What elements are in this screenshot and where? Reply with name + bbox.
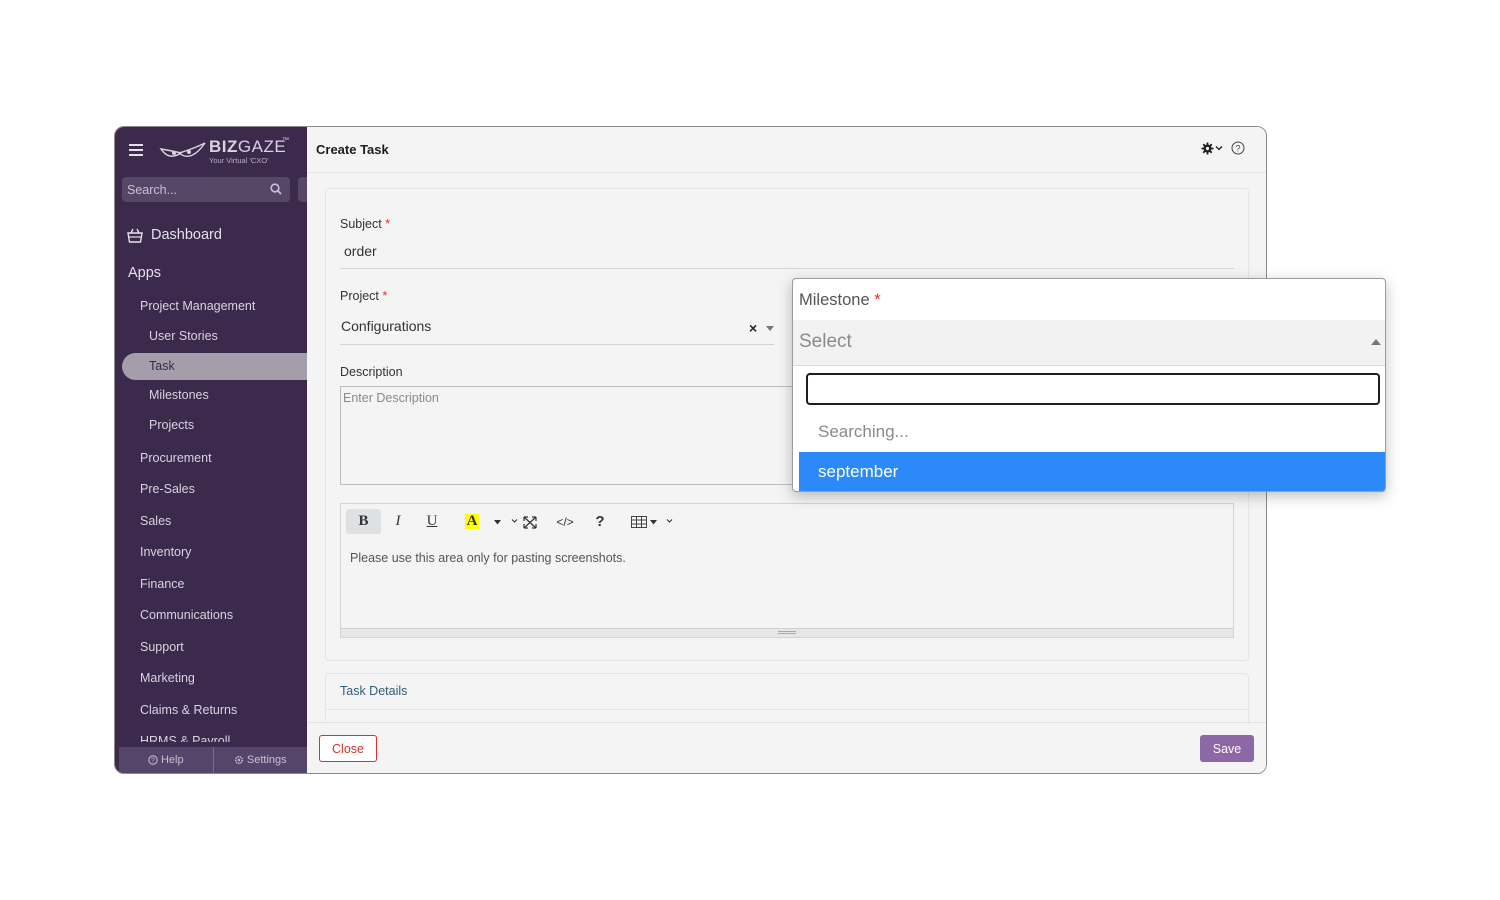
code-view-button[interactable]: </> <box>551 509 579 534</box>
caret-up-icon[interactable] <box>1371 339 1381 345</box>
save-button[interactable]: Save <box>1200 735 1254 762</box>
svg-text:?: ? <box>151 758 155 765</box>
task-details-title[interactable]: Task Details <box>340 684 407 698</box>
sidebar-item-marketing[interactable]: Marketing <box>140 671 195 685</box>
project-clear-icon[interactable]: × <box>749 320 757 336</box>
sidebar-footer: ? Help Settings <box>119 747 307 773</box>
highlight-color-button[interactable]: A <box>463 509 481 534</box>
milestone-select[interactable]: Select <box>793 320 1385 366</box>
sidebar-section-apps[interactable]: Apps <box>128 265 161 281</box>
brand-trademark: ™ <box>282 137 289 144</box>
settings-link[interactable]: Settings <box>214 747 308 773</box>
sidebar-item-hrms-payroll[interactable]: HRMS & Payroll <box>140 734 230 742</box>
svg-text:?: ? <box>1235 144 1240 154</box>
option-label: september <box>818 462 899 481</box>
sidebar-item-label: Dashboard <box>151 227 222 243</box>
gear-icon[interactable] <box>1201 142 1214 155</box>
sidebar-item-task[interactable]: Task <box>122 353 312 380</box>
milestone-option-september[interactable]: september <box>799 452 1385 491</box>
sidebar-item-procurement[interactable]: Procurement <box>140 451 212 465</box>
hamburger-menu-icon[interactable] <box>129 144 143 156</box>
divider <box>326 709 1248 710</box>
settings-gear-icon <box>234 755 243 765</box>
rich-text-editor: B I U A </> ? Please use this area only … <box>340 503 1234 638</box>
project-underline <box>340 344 774 345</box>
brand-logo-icon <box>159 142 206 157</box>
milestone-search-status: Searching... <box>818 422 909 441</box>
editor-help-button[interactable]: ? <box>591 509 609 534</box>
sidebar-item-dashboard[interactable]: Dashboard <box>127 227 222 243</box>
sidebar-item-claims-returns[interactable]: Claims & Returns <box>140 703 237 717</box>
italic-button[interactable]: I <box>389 509 407 534</box>
chevron-down-icon[interactable] <box>1215 144 1223 152</box>
bold-button[interactable]: B <box>346 509 381 534</box>
sidebar-item-communications[interactable]: Communications <box>140 608 233 622</box>
page-title: Create Task <box>316 142 389 157</box>
editor-resize-handle[interactable] <box>341 628 1233 637</box>
brand-name: BIZGAZE <box>209 137 287 156</box>
sidebar: BIZGAZE ™ Your Virtual 'CXO' Dashboard A… <box>115 127 312 773</box>
sidebar-item-user-stories[interactable]: User Stories <box>149 329 218 343</box>
project-label: Project * <box>340 289 388 303</box>
sidebar-item-label: Task <box>149 359 175 373</box>
description-textarea[interactable] <box>341 387 799 484</box>
dashboard-basket-icon <box>127 228 143 243</box>
fullscreen-icon[interactable] <box>523 516 537 529</box>
sidebar-item-support[interactable]: Support <box>140 640 184 654</box>
chevron-down-icon[interactable] <box>511 518 518 524</box>
sidebar-item-milestones[interactable]: Milestones <box>149 388 209 402</box>
highlight-dropdown-caret-icon[interactable] <box>494 520 501 525</box>
editor-toolbar: B I U A </> ? <box>341 504 1233 540</box>
help-link[interactable]: ? Help <box>119 747 214 773</box>
milestone-search-box <box>806 373 1380 405</box>
milestone-search-input[interactable] <box>808 375 1378 403</box>
sidebar-item-sales[interactable]: Sales <box>140 514 171 528</box>
highlight-letter: A <box>464 513 480 529</box>
subject-underline <box>340 268 1234 269</box>
milestone-dropdown-popup: Milestone * Select Searching... septembe… <box>792 278 1386 492</box>
project-select[interactable]: Configurations <box>341 318 431 334</box>
sidebar-search-input[interactable] <box>122 177 262 202</box>
help-label: Help <box>160 754 184 766</box>
subject-label: Subject * <box>340 217 391 231</box>
description-box <box>340 386 800 485</box>
brand-tagline: Your Virtual 'CXO' <box>209 156 269 165</box>
sidebar-item-finance[interactable]: Finance <box>140 577 184 591</box>
milestone-select-placeholder: Select <box>799 331 852 352</box>
help-circle-icon[interactable]: ? <box>1231 141 1245 155</box>
sidebar-item-inventory[interactable]: Inventory <box>140 545 191 559</box>
table-dropdown-caret-icon[interactable] <box>650 520 657 525</box>
editor-body[interactable]: Please use this area only for pasting sc… <box>350 551 626 565</box>
chevron-down-icon[interactable] <box>666 518 673 524</box>
underline-button[interactable]: U <box>423 509 441 534</box>
sidebar-item-projects[interactable]: Projects <box>149 418 194 432</box>
settings-label: Settings <box>246 754 287 766</box>
subject-input[interactable]: order <box>344 243 377 259</box>
project-dropdown-arrow-icon[interactable] <box>766 326 774 331</box>
main-header: Create Task ? <box>307 127 1266 173</box>
search-icon[interactable] <box>270 183 282 195</box>
milestone-label: Milestone * <box>799 291 881 309</box>
table-icon[interactable] <box>631 516 647 528</box>
close-button[interactable]: Close <box>319 735 377 762</box>
sidebar-item-pre-sales[interactable]: Pre-Sales <box>140 482 195 496</box>
sidebar-search <box>122 177 290 202</box>
help-icon: ? <box>148 755 158 765</box>
sidebar-item-project-management[interactable]: Project Management <box>140 299 255 313</box>
description-label: Description <box>340 365 403 379</box>
sidebar-header: BIZGAZE ™ Your Virtual 'CXO' <box>115 127 307 175</box>
form-footer: Close Save <box>307 722 1266 773</box>
